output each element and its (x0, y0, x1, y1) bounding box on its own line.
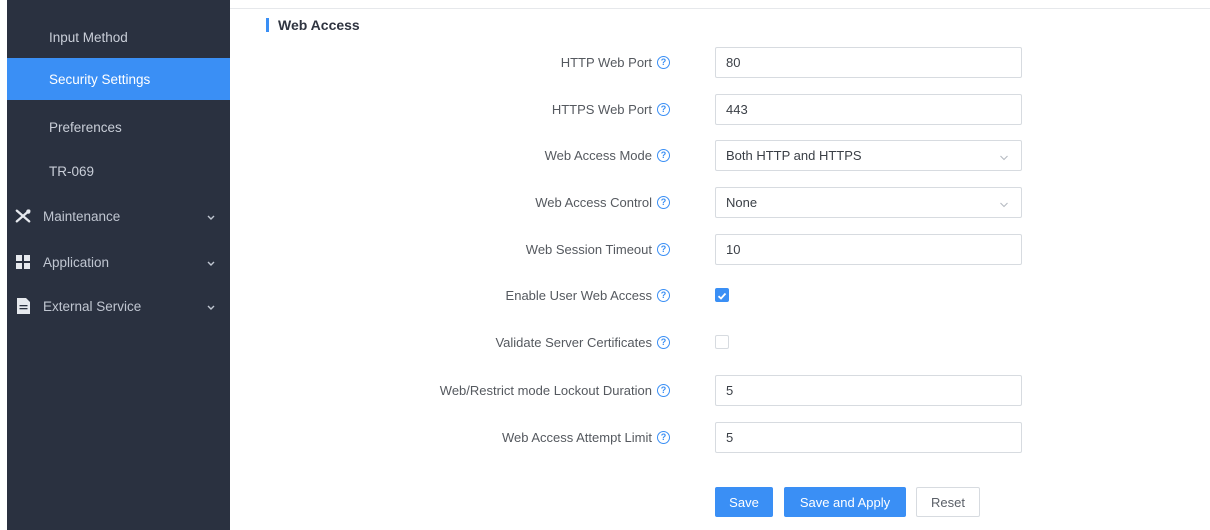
https-port-label-text: HTTPS Web Port (551, 101, 652, 117)
save-button[interactable]: Save (715, 487, 773, 517)
https-port-label: HTTPS Web Port ? (552, 99, 670, 119)
sidebar-item-security-settings[interactable]: Security Settings (7, 58, 230, 100)
access-control-label-text: Web Access Control (535, 194, 652, 210)
http-port-label: HTTP Web Port ? (561, 52, 670, 72)
chevron-down-icon (206, 256, 216, 271)
sidebar-item-label: Input Method (49, 29, 128, 45)
access-mode-label: Web Access Mode ? (545, 145, 670, 165)
lockout-duration-input[interactable] (726, 383, 1021, 398)
access-control-label: Web Access Control ? (535, 192, 670, 212)
session-timeout-label-text: Web Session Timeout (525, 241, 652, 257)
top-divider (230, 8, 1210, 9)
help-icon[interactable]: ? (657, 148, 670, 162)
attempt-limit-input[interactable] (726, 430, 1021, 445)
session-timeout-input[interactable] (726, 242, 1021, 257)
lockout-duration-field[interactable] (715, 375, 1022, 406)
sidebar-group-label: Application (43, 254, 110, 270)
save-and-apply-button[interactable]: Save and Apply (784, 487, 906, 517)
sidebar-group-label: Maintenance (43, 208, 121, 224)
help-icon[interactable]: ? (657, 288, 670, 302)
access-control-value: None (726, 195, 758, 210)
attempt-limit-label: Web Access Attempt Limit ? (502, 427, 670, 447)
validate-certs-label-text: Validate Server Certificates (495, 334, 652, 350)
attempt-limit-field[interactable] (715, 422, 1022, 453)
sidebar-group-application[interactable]: Application (7, 241, 230, 283)
section-title-text: Web Access (278, 17, 360, 33)
page: Input Method Security Settings Preferenc… (0, 0, 1210, 530)
user-web-access-label-text: Enable User Web Access (505, 287, 652, 303)
attempt-limit-label-text: Web Access Attempt Limit (501, 429, 652, 445)
sidebar-item-input-method[interactable]: Input Method (7, 16, 230, 58)
sidebar-item-label: Preferences (49, 119, 122, 135)
lockout-duration-label: Web/Restrict mode Lockout Duration ? (440, 380, 670, 400)
sidebar-item-tr069[interactable]: TR-069 (7, 150, 230, 192)
section-accent-bar (266, 18, 269, 32)
help-icon[interactable]: ? (657, 383, 670, 397)
https-port-input[interactable] (726, 102, 1021, 117)
sidebar-group-external-service[interactable]: External Service (7, 285, 230, 327)
chevron-down-icon (206, 210, 216, 225)
sidebar-group-maintenance[interactable]: Maintenance (7, 195, 230, 237)
http-port-field[interactable] (715, 47, 1022, 78)
lockout-duration-label-text: Web/Restrict mode Lockout Duration (439, 382, 652, 398)
help-icon[interactable]: ? (657, 242, 670, 256)
wrench-screwdriver-icon (15, 208, 31, 224)
chevron-down-icon (999, 197, 1009, 212)
https-port-field[interactable] (715, 94, 1022, 125)
chevron-down-icon (206, 300, 216, 315)
user-web-access-label: Enable User Web Access ? (506, 285, 670, 305)
chevron-down-icon (999, 150, 1009, 165)
user-web-access-checkbox[interactable] (715, 288, 729, 302)
help-icon[interactable]: ? (657, 335, 670, 349)
sidebar-item-preferences[interactable]: Preferences (7, 106, 230, 148)
grid-icon (15, 254, 31, 270)
access-mode-value: Both HTTP and HTTPS (726, 148, 862, 163)
sidebar-item-label: TR-069 (49, 163, 95, 179)
reset-button[interactable]: Reset (916, 487, 980, 517)
sidebar-item-label: Security Settings (49, 71, 151, 87)
section-title: Web Access (266, 16, 360, 34)
help-icon[interactable]: ? (657, 55, 670, 69)
http-port-input[interactable] (726, 55, 1021, 70)
help-icon[interactable]: ? (657, 195, 670, 209)
access-control-select[interactable]: None (715, 187, 1022, 218)
http-port-label-text: HTTP Web Port (560, 54, 652, 70)
checkmark-icon (717, 292, 727, 300)
help-icon[interactable]: ? (657, 102, 670, 116)
document-icon (15, 298, 31, 314)
session-timeout-field[interactable] (715, 234, 1022, 265)
validate-certs-checkbox[interactable] (715, 335, 729, 349)
access-mode-select[interactable]: Both HTTP and HTTPS (715, 140, 1022, 171)
help-icon[interactable]: ? (657, 430, 670, 444)
sidebar-group-label: External Service (43, 298, 142, 314)
session-timeout-label: Web Session Timeout ? (526, 239, 670, 259)
sidebar: Input Method Security Settings Preferenc… (7, 0, 230, 530)
access-mode-label-text: Web Access Mode (544, 147, 652, 163)
validate-certs-label: Validate Server Certificates ? (495, 332, 670, 352)
